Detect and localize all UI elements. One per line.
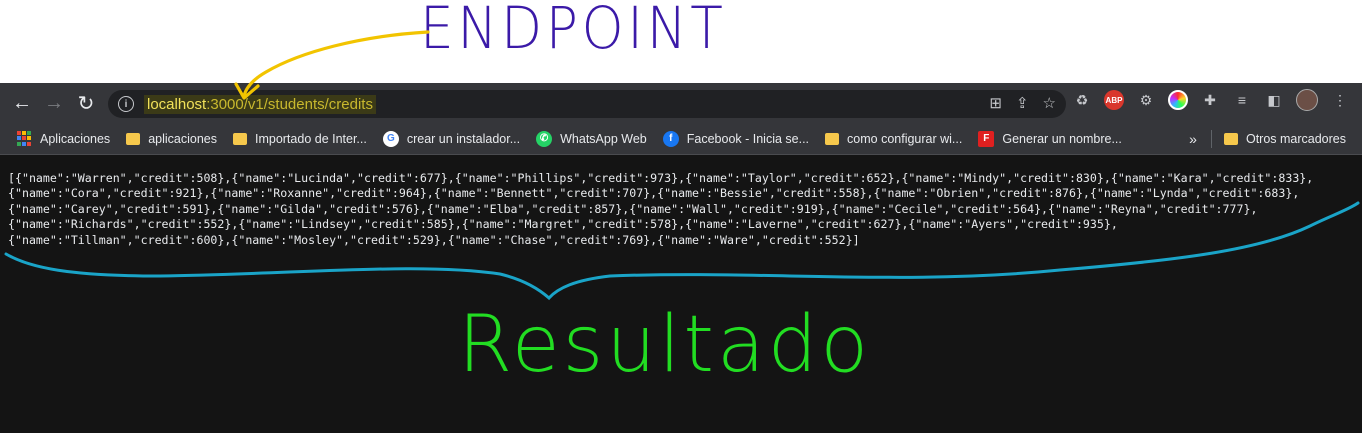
extensions-puzzle-icon[interactable]: ✚ <box>1200 90 1220 110</box>
browser-window: ← → ↻ i localhost:3000/v1/students/credi… <box>0 83 1362 433</box>
bookmark-importado[interactable]: Importado de Inter... <box>232 131 367 146</box>
bookmark-label: WhatsApp Web <box>560 131 647 146</box>
bookmark-crear-instalador[interactable]: G crear un instalador... <box>382 130 521 147</box>
bookmark-label: Otros marcadores <box>1245 131 1346 146</box>
color-picker-extension-icon[interactable] <box>1168 90 1188 110</box>
bookmark-label: Facebook - Inicia se... <box>686 131 810 146</box>
bookmarks-bar: Aplicaciones aplicaciones Importado de I… <box>0 123 1362 155</box>
bookmarks-divider <box>1210 129 1212 148</box>
url-host: localhost <box>147 95 207 113</box>
bookmark-label: Generar un nombre... <box>1002 131 1122 146</box>
bookmark-facebook[interactable]: f Facebook - Inicia se... <box>662 130 810 147</box>
json-line: {"name":"Carey","credit":591},{"name":"G… <box>8 201 1258 216</box>
forward-button[interactable]: → <box>38 87 70 119</box>
bookmark-aplicaciones-apps[interactable]: Aplicaciones <box>16 130 111 147</box>
folder-icon <box>126 132 141 145</box>
arrow-right-icon: → <box>44 91 64 114</box>
google-icon: G <box>382 130 399 147</box>
folder-icon <box>825 132 840 145</box>
translate-icon[interactable]: ⊞ <box>989 94 1002 112</box>
apps-grid-icon <box>16 130 32 147</box>
bookmark-aplicaciones-folder[interactable]: aplicaciones <box>126 132 217 146</box>
f-icon: F <box>978 130 995 147</box>
info-icon[interactable]: i <box>118 96 134 112</box>
more-bookmarks-button[interactable]: » <box>1189 131 1197 147</box>
bookmark-star-icon[interactable]: ☆ <box>1043 94 1056 112</box>
bookmark-label: crear un instalador... <box>406 131 521 146</box>
media-control-icon[interactable]: ≡ <box>1232 90 1252 110</box>
arrow-left-icon: ← <box>12 91 32 114</box>
back-button[interactable]: ← <box>6 87 38 119</box>
url-text[interactable]: localhost:3000/v1/students/credits <box>144 94 376 114</box>
bookmark-whatsapp[interactable]: ✆ WhatsApp Web <box>536 130 647 147</box>
json-line: {"name":"Richards","credit":552},{"name"… <box>8 217 1118 232</box>
side-panel-icon[interactable]: ◧ <box>1264 90 1284 110</box>
json-line: {"name":"Tillman","credit":600},{"name":… <box>8 232 860 247</box>
whatsapp-icon: ✆ <box>536 130 553 147</box>
json-response: [{"name":"Warren","credit":508},{"name":… <box>8 171 1354 248</box>
folder-icon <box>1223 132 1238 145</box>
bookmark-label: Aplicaciones <box>40 131 111 146</box>
recycle-extension-icon[interactable]: ♻ <box>1072 90 1092 110</box>
reload-button[interactable]: ↻ <box>70 87 102 119</box>
bookmark-como-configurar[interactable]: como configurar wi... <box>825 132 962 146</box>
bookmark-label: aplicaciones <box>148 131 217 146</box>
reload-icon: ↻ <box>77 92 95 115</box>
json-line: [{"name":"Warren","credit":508},{"name":… <box>8 171 1314 185</box>
json-line: {"name":"Cora","credit":921},{"name":"Ro… <box>8 186 1300 201</box>
facebook-icon: f <box>662 130 679 147</box>
bookmark-label: como configurar wi... <box>847 131 963 146</box>
profile-avatar[interactable] <box>1296 89 1318 111</box>
browser-toolbar: ← → ↻ i localhost:3000/v1/students/credi… <box>0 83 1362 123</box>
extensions-bar: ♻ ABP ⚙ ✚ ≡ ◧ ⋮ <box>1072 89 1350 111</box>
bookmark-label: Importado de Inter... <box>254 131 367 146</box>
bookmark-generar-nombre[interactable]: F Generar un nombre... <box>978 130 1122 147</box>
folder-icon <box>232 132 247 145</box>
share-icon[interactable]: ⇪ <box>1016 94 1029 112</box>
extension-gear-icon[interactable]: ⚙ <box>1136 90 1156 110</box>
url-path: :3000/v1/students/credits <box>206 95 373 113</box>
adblock-plus-icon[interactable]: ABP <box>1104 90 1124 110</box>
address-bar[interactable]: i localhost:3000/v1/students/credits ⊞ ⇪… <box>108 90 1066 118</box>
endpoint-annotation: ENDPOINT <box>420 0 727 62</box>
menu-kebab-icon[interactable]: ⋮ <box>1330 90 1350 110</box>
bookmark-otros-marcadores[interactable]: Otros marcadores <box>1223 131 1346 146</box>
page-content: [{"name":"Warren","credit":508},{"name":… <box>0 155 1362 433</box>
